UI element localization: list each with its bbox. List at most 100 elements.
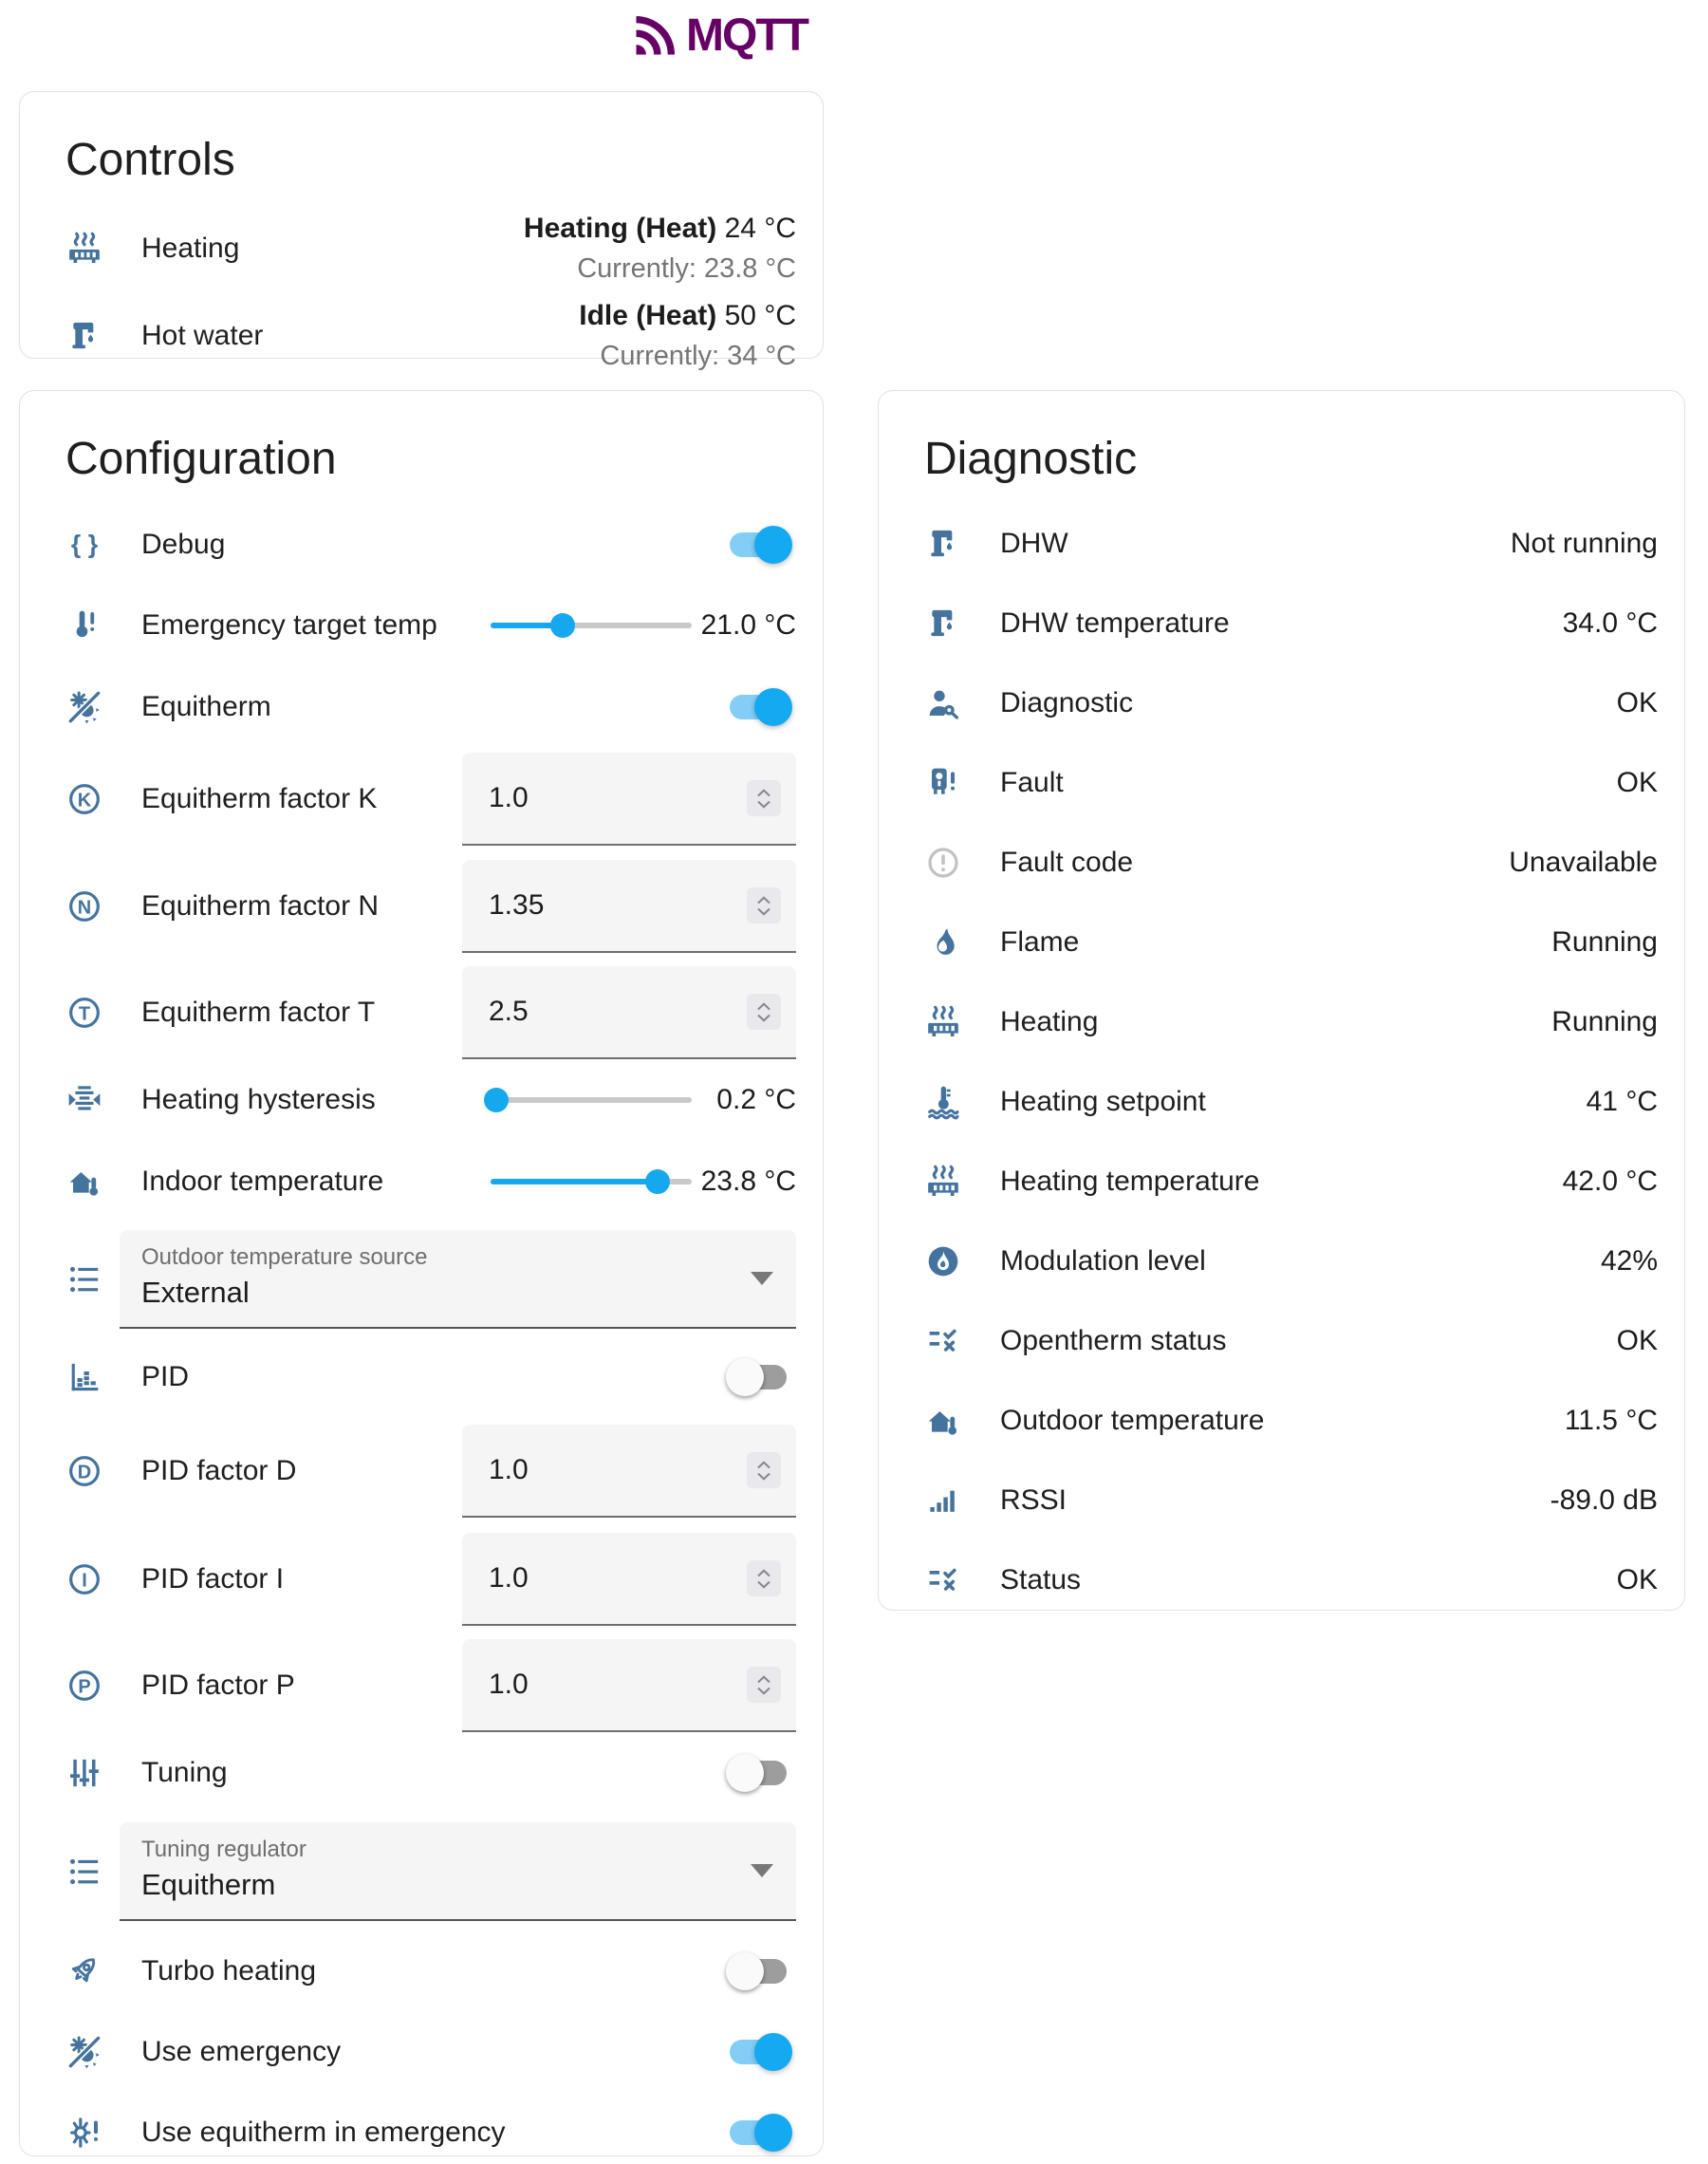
home-thermometer-outline-icon (924, 1402, 962, 1440)
alpha-k-circle-icon (65, 780, 103, 818)
config-row-heating-hysteresis: Heating hysteresis 0.2 °C (65, 1059, 796, 1141)
fire-circle-icon (924, 1242, 962, 1280)
alpha-i-circle-icon (65, 1560, 103, 1598)
use-emergency-toggle[interactable] (730, 2040, 787, 2064)
number-spinner[interactable] (747, 1452, 781, 1488)
diagnostic-row-dhw-temperature: DHW temperature 34.0 °C (924, 584, 1658, 663)
config-row-pid-factor-p: PID factor P 1.0 (65, 1639, 796, 1732)
equitherm-factor-t-input[interactable]: 2.5 (462, 966, 796, 1059)
list-bulleted-icon (65, 1260, 103, 1298)
control-value: Heating (Heat) 24 °C Currently: 23.8 °C (524, 212, 796, 286)
number-spinner[interactable] (747, 887, 781, 923)
diagnostic-row-heating: Heating Running (924, 982, 1658, 1062)
equitherm-factor-k-input[interactable]: 1.0 (462, 753, 796, 846)
outdoor-temperature-source-select[interactable]: Outdoor temperature source External (120, 1230, 796, 1329)
page: MQTT Controls Heating Heating (Heat) 24 … (0, 0, 1708, 2164)
fire-icon (924, 923, 962, 961)
home-thermometer-icon (65, 1163, 103, 1201)
mqtt-logo: MQTT (630, 9, 808, 62)
config-row-emergency-target-temp: Emergency target temp 21.0 °C (65, 585, 796, 666)
use-equitherm-in-emergency-toggle[interactable] (730, 2120, 787, 2145)
control-row-heating[interactable]: Heating Heating (Heat) 24 °C Currently: … (65, 205, 796, 292)
controls-title: Controls (65, 134, 796, 186)
controls-card: Controls Heating Heating (Heat) 24 °C Cu… (19, 91, 824, 359)
mqtt-signal-icon (630, 11, 679, 61)
config-row-pid-factor-d: PID factor D 1.0 (65, 1425, 796, 1518)
arrow-collapse-horizontal-icon (65, 1081, 103, 1119)
config-row-equitherm-factor-t: Equitherm factor T 2.5 (65, 966, 796, 1059)
rocket-icon (65, 1952, 103, 1990)
heating-hysteresis-slider[interactable] (491, 1079, 692, 1121)
pid-toggle[interactable] (730, 1365, 787, 1390)
tuning-regulator-select[interactable]: Tuning regulator Equitherm (120, 1822, 796, 1921)
water-tap-icon (924, 525, 962, 563)
sun-snowflake-icon (65, 688, 103, 726)
radiator-icon (924, 1163, 962, 1201)
chart-histogram-icon (65, 1358, 103, 1396)
config-row-pid: PID (65, 1336, 796, 1417)
configuration-title: Configuration (65, 433, 796, 485)
alpha-p-circle-icon (65, 1667, 103, 1705)
diagnostic-card: Diagnostic DHW Not running DHW temperatu… (878, 390, 1685, 1611)
config-row-indoor-temperature: Indoor temperature 23.8 °C (65, 1141, 796, 1222)
control-label: Heating (141, 233, 524, 265)
config-row-outdoor-temperature-source: Outdoor temperature source External (65, 1230, 796, 1329)
turbo-heating-toggle[interactable] (730, 1959, 787, 1984)
pid-factor-i-input[interactable]: 1.0 (462, 1533, 796, 1626)
control-currently: Currently: 34 °C (579, 340, 796, 373)
number-spinner[interactable] (747, 994, 781, 1030)
number-spinner[interactable] (747, 1560, 781, 1596)
water-tap-icon (65, 317, 103, 355)
thermometer-alert-icon (65, 606, 103, 644)
pid-factor-p-input[interactable]: 1.0 (462, 1639, 796, 1732)
emergency-target-temp-slider[interactable] (491, 605, 692, 646)
diagnostic-title: Diagnostic (924, 433, 1658, 485)
diagnostic-row-dhw: DHW Not running (924, 504, 1658, 584)
alert-circle-outline-icon (924, 844, 962, 882)
radiator-icon (65, 230, 103, 268)
diagnostic-row-heating-setpoint: Heating setpoint 41 °C (924, 1062, 1658, 1142)
pid-factor-d-input[interactable]: 1.0 (462, 1425, 796, 1518)
list-bulleted-icon (65, 1853, 103, 1891)
list-status-icon (924, 1561, 962, 1599)
indoor-temperature-slider[interactable] (491, 1161, 692, 1203)
code-braces-icon (65, 526, 103, 564)
config-row-tuning: Tuning (65, 1732, 796, 1813)
water-tap-icon (924, 605, 962, 643)
config-row-use-emergency: Use emergency (65, 2011, 796, 2092)
diagnostic-row-fault: Fault OK (924, 743, 1658, 823)
water-boiler-alert-icon (924, 764, 962, 802)
tuning-toggle[interactable] (730, 1761, 787, 1785)
diagnostic-row-diagnostic: Diagnostic OK (924, 663, 1658, 743)
config-row-equitherm: Equitherm (65, 666, 796, 747)
diagnostic-row-fault-code: Fault code Unavailable (924, 823, 1658, 903)
config-row-debug: Debug (65, 504, 796, 585)
sun-snowflake-icon (65, 2033, 103, 2071)
control-row-hot-water[interactable]: Hot water Idle (Heat) 50 °C Currently: 3… (65, 292, 796, 380)
slider-value: 23.8 °C (699, 1164, 796, 1200)
account-wrench-icon (924, 684, 962, 722)
alpha-t-circle-icon (65, 994, 103, 1032)
dropdown-arrow-icon (751, 1864, 773, 1877)
debug-toggle[interactable] (730, 532, 787, 557)
diagnostic-row-opentherm-status: Opentherm status OK (924, 1301, 1658, 1381)
mqtt-logo-text: MQTT (686, 9, 808, 62)
list-status-icon (924, 1322, 962, 1360)
number-spinner[interactable] (747, 780, 781, 816)
slider-value: 0.2 °C (699, 1082, 796, 1118)
config-row-use-equitherm-in-emergency: Use equitherm in emergency (65, 2092, 796, 2164)
diagnostic-row-rssi: RSSI -89.0 dB (924, 1461, 1658, 1540)
control-value: Idle (Heat) 50 °C Currently: 34 °C (579, 299, 796, 373)
diagnostic-row-heating-temperature: Heating temperature 42.0 °C (924, 1142, 1658, 1222)
number-spinner[interactable] (747, 1667, 781, 1703)
dropdown-arrow-icon (751, 1272, 773, 1285)
tune-vertical-icon (65, 1754, 103, 1792)
equitherm-factor-n-input[interactable]: 1.35 (462, 860, 796, 953)
signal-icon (924, 1482, 962, 1520)
snowflake-alert-icon (65, 2114, 103, 2152)
equitherm-toggle[interactable] (730, 695, 787, 719)
alpha-n-circle-icon (65, 887, 103, 925)
diagnostic-row-flame: Flame Running (924, 903, 1658, 982)
radiator-icon (924, 1003, 962, 1041)
config-row-equitherm-factor-k: Equitherm factor K 1.0 (65, 753, 796, 846)
